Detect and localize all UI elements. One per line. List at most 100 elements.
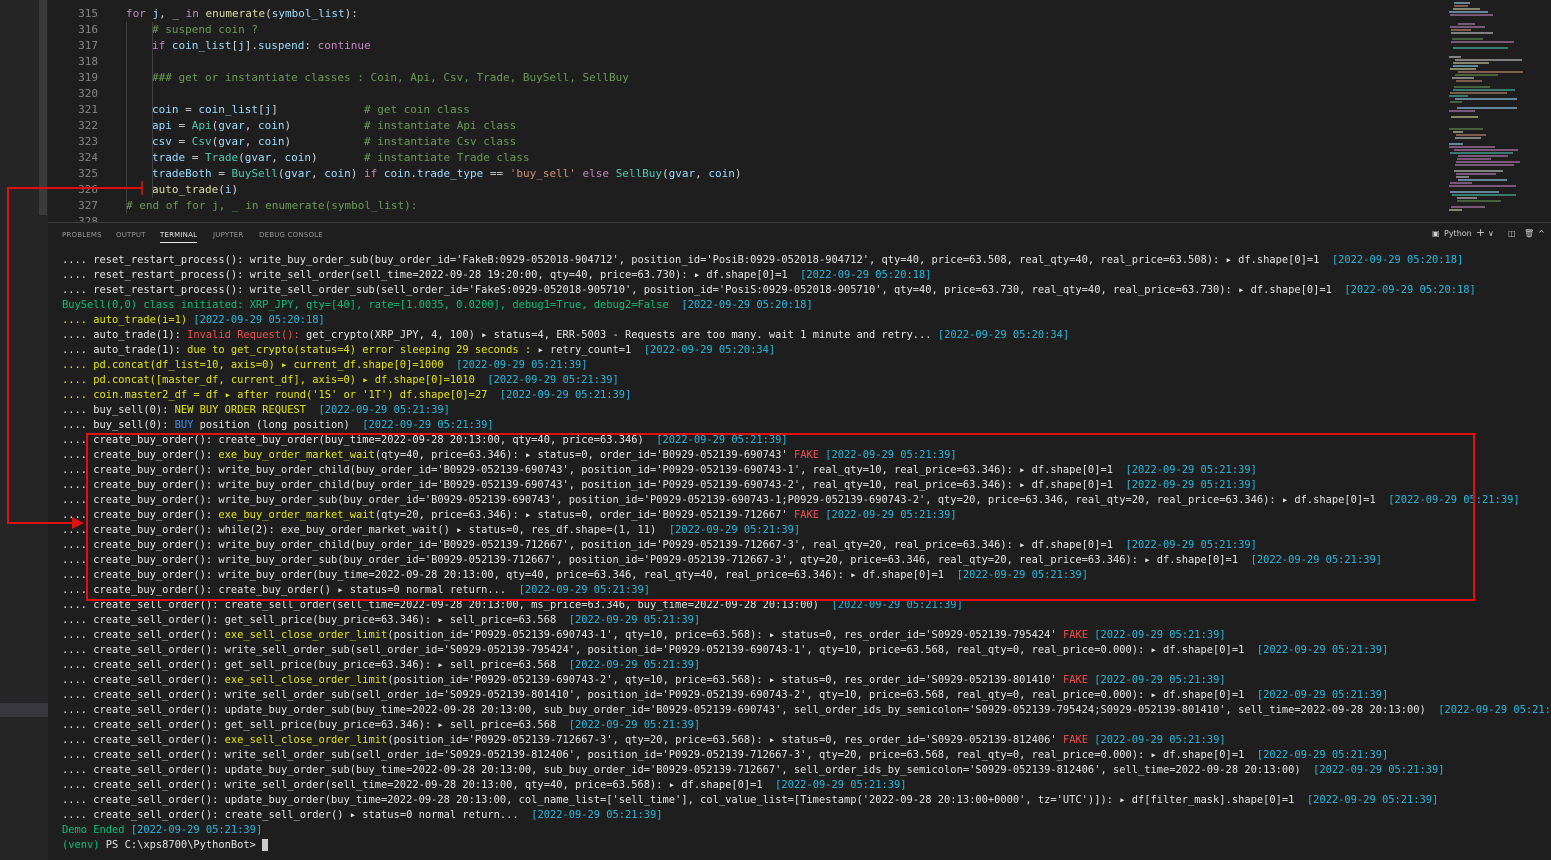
code-token: ) (284, 135, 364, 148)
terminal-shell-icon[interactable]: ▣ (1432, 229, 1440, 238)
code-token: coin (383, 167, 411, 180)
new-terminal-button[interactable]: + (1476, 226, 1485, 239)
minimap-line (1456, 176, 1469, 178)
code-token: symbol_list (271, 7, 345, 20)
tab-terminal[interactable]: TERMINAL (160, 231, 198, 243)
code-line[interactable]: 319 ### get or instantiate classes : Coin… (48, 70, 1441, 86)
code-token: == (483, 167, 510, 180)
code-text: csv = Csv(gvar, coin) # instantiate Csv … (152, 134, 516, 150)
terminal-text: [2022-09-29 05:21:39] (1094, 734, 1226, 746)
code-line[interactable]: 315 for j, _ in enumerate(symbol_list): (48, 6, 1441, 22)
code-line[interactable]: 318 (48, 54, 1441, 70)
code-line[interactable]: 317 if coin_list[j].suspend: continue (48, 38, 1441, 54)
terminal-text: (position_id='P0929-052139-712667-3', qt… (387, 734, 1063, 746)
minimap-line (1450, 68, 1476, 70)
terminal-line: .... create_sell_order(): create_sell_or… (62, 808, 663, 823)
code-token: coin (258, 119, 285, 132)
terminal-text: [2022-09-29 05:21:39] (1438, 704, 1551, 716)
minimap-line (1451, 116, 1478, 118)
terminal-line: .... create_sell_order(): write_sell_ord… (62, 778, 907, 793)
tab-debug-console[interactable]: DEBUG CONSOLE (259, 231, 323, 239)
terminal-text: get_crypto(XRP_JPY, 4, 100) ▸ status=4, … (305, 329, 938, 341)
minimap-line (1453, 62, 1489, 64)
line-number: 315 (78, 7, 98, 20)
code-line[interactable]: 323 csv = Csv(gvar, coin) # instantiate C… (48, 134, 1441, 150)
code-editor[interactable]: 315 for j, _ in enumerate(symbol_list): 31… (48, 0, 1441, 222)
code-line[interactable]: 320 (48, 86, 1441, 102)
terminal-text: [2022-09-29 05:21:39] (1306, 794, 1439, 806)
code-token: csv (152, 135, 172, 148)
code-text: tradeBoth = BuySell(gvar, coin) if coin.… (152, 166, 742, 182)
terminal-line: BuySell(0,0) class initiated: XRP_JPY, q… (62, 298, 813, 313)
code-line[interactable]: 324 trade = Trade(gvar, coin) # instantia… (48, 150, 1441, 166)
minimap-line (1453, 65, 1478, 67)
terminal-line: .... create_sell_order(): write_sell_ord… (62, 688, 1388, 703)
code-token: suspend (257, 39, 305, 52)
terminal-text: .... create_sell_order(): update_buy_ord… (62, 704, 1439, 716)
maximize-icon[interactable]: ^ (1538, 229, 1545, 238)
terminal-text: .... buy_sell(0): (62, 419, 175, 431)
code-line[interactable]: 325 tradeBoth = BuySell(gvar, coin) if co… (48, 166, 1441, 182)
code-token: # suspend coin ? (152, 23, 258, 36)
code-token: j (238, 39, 245, 52)
minimap-line (1449, 128, 1483, 130)
minimap-line (1449, 110, 1475, 112)
code-token: trade_type (416, 167, 484, 180)
line-number: 326 (78, 183, 98, 196)
terminal-line: .... buy_sell(0): NEW BUY ORDER REQUEST … (62, 403, 450, 418)
minimap-line (1458, 23, 1475, 25)
tab-output[interactable]: OUTPUT (116, 231, 146, 239)
minimap-line (1456, 173, 1496, 175)
minimap-line (1457, 158, 1491, 160)
terminal-cursor[interactable] (262, 839, 269, 851)
code-line[interactable]: 322 api = Api(gvar, coin) # instantiate A… (48, 118, 1441, 134)
terminal-line: .... auto_trade(i=1) [2022-09-29 05:20:1… (62, 313, 325, 328)
code-token: ) (284, 119, 364, 132)
terminal-line: .... reset_restart_process(): write_buy_… (62, 253, 1463, 268)
terminal-text: [2022-09-29 05:20:18] (1331, 254, 1464, 266)
terminal-line: .... auto_trade(1): Invalid Request(): g… (62, 328, 1069, 343)
terminal-line: .... reset_restart_process(): write_sell… (62, 268, 932, 283)
terminal-text: FAKE (1062, 674, 1095, 686)
code-line[interactable]: 327 # end of for j, _ in enumerate(symbol… (48, 198, 1441, 214)
tab-problems[interactable]: PROBLEMS (62, 231, 102, 239)
editor-scrollbar-thumb[interactable] (39, 0, 47, 215)
code-line[interactable]: 328 (48, 214, 1441, 222)
code-token: ( (265, 7, 272, 20)
code-line[interactable]: 321 coin = coin_list[j] # get coin class (48, 102, 1441, 118)
terminal-line: .... create_sell_order(): exe_sell_close… (62, 628, 1226, 643)
minimap[interactable] (1441, 0, 1551, 222)
terminal-shell-label[interactable]: Python (1444, 229, 1472, 238)
code-token: coin (324, 167, 351, 180)
code-token: , (244, 135, 258, 148)
terminal-line: .... create_sell_order(): exe_sell_close… (62, 733, 1226, 748)
minimap-line (1453, 89, 1515, 91)
activity-selected-item[interactable] (0, 703, 48, 717)
code-text: # suspend coin ? (152, 22, 258, 38)
code-token: tradeBoth (152, 167, 212, 180)
code-token: ( (238, 151, 245, 164)
code-line[interactable]: 326 auto_trade(i) (48, 182, 1441, 198)
minimap-line (1457, 107, 1517, 109)
tab-jupyter[interactable]: JUPYTER (213, 231, 244, 239)
terminal-text: [2022-09-29 05:20:18] (193, 314, 325, 326)
terminal-text: BUY (174, 419, 200, 431)
code-token: gvar (218, 135, 245, 148)
split-terminal-icon[interactable]: ◫ (1508, 229, 1516, 238)
code-token: ) (311, 151, 364, 164)
code-token: Trade (205, 151, 239, 164)
trash-icon[interactable]: 🗑 (1524, 229, 1534, 238)
minimap-line (1454, 2, 1470, 4)
terminal-line: .... pd.concat(df_list=10, axis=0) ▸ cur… (62, 358, 587, 373)
line-number: 324 (78, 151, 98, 164)
terminal-line: .... reset_restart_process(): write_sell… (62, 283, 1476, 298)
code-token: coin_list (198, 103, 258, 116)
chevron-down-icon[interactable]: ∨ (1488, 229, 1494, 238)
minimap-line (1450, 101, 1462, 103)
code-text: api = Api(gvar, coin) # instantiate Api … (152, 118, 516, 134)
line-number: 325 (78, 167, 98, 180)
code-token: coin (284, 151, 312, 164)
code-token: , (271, 151, 285, 164)
code-line[interactable]: 316 # suspend coin ? (48, 22, 1441, 38)
indent-guide (152, 22, 153, 198)
